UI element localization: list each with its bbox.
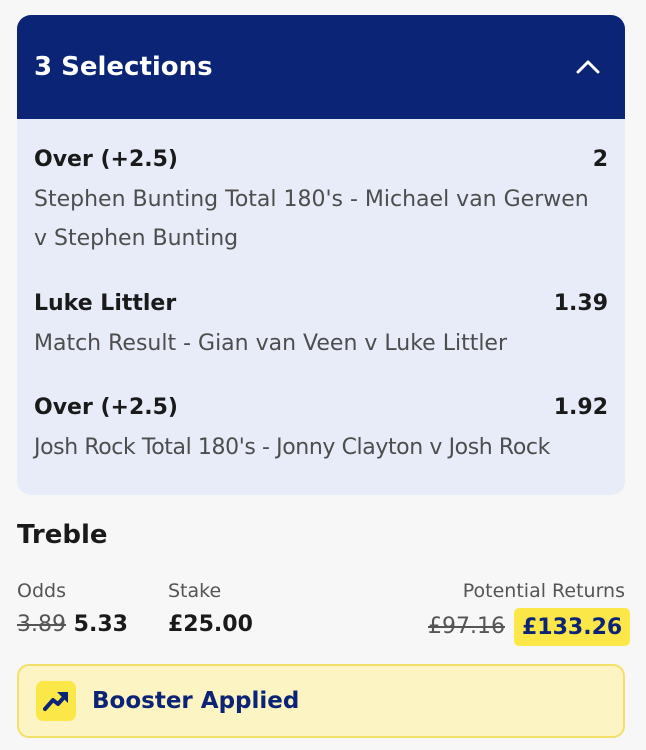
selection-odds: 2 xyxy=(592,147,608,172)
selection-item: Over (+2.5) 1.92 Josh Rock Total 180's -… xyxy=(34,395,608,467)
odds-label: Odds xyxy=(17,580,66,602)
selection-name: Luke Littler xyxy=(34,291,177,316)
chevron-up-icon[interactable] xyxy=(573,52,603,82)
selection-description: Josh Rock Total 180's - Jonny Clayton v … xyxy=(34,435,550,460)
odds-old: 3.89 xyxy=(17,612,66,637)
odds-new: 5.33 xyxy=(73,612,128,637)
trending-up-icon xyxy=(36,681,76,721)
selections-title: 3 Selections xyxy=(34,52,213,82)
selection-description: Stephen Bunting Total 180's - Michael va… xyxy=(34,187,589,251)
returns-old: £97.16 xyxy=(428,614,505,639)
selection-name: Over (+2.5) xyxy=(34,147,178,172)
returns-new: £133.26 xyxy=(514,608,631,646)
potential-returns-label: Potential Returns xyxy=(462,580,625,602)
booster-banner: Booster Applied xyxy=(17,664,625,738)
selection-item: Luke Littler 1.39 Match Result - Gian va… xyxy=(34,291,608,363)
selection-name: Over (+2.5) xyxy=(34,395,178,420)
selections-header[interactable]: 3 Selections xyxy=(17,15,625,119)
selection-odds: 1.39 xyxy=(553,291,608,316)
stake-label: Stake xyxy=(168,580,222,602)
selection-odds: 1.92 xyxy=(553,395,608,420)
selection-description: Match Result - Gian van Veen v Luke Litt… xyxy=(34,331,508,356)
bet-type-title: Treble xyxy=(17,520,108,550)
stake-value: £25.00 xyxy=(168,612,253,637)
selections-card: 3 Selections Over (+2.5) 2 Stephen Bunti… xyxy=(17,15,625,495)
odds-value: 3.89 5.33 xyxy=(17,612,128,637)
booster-label: Booster Applied xyxy=(92,688,300,714)
bet-slip: 3 Selections Over (+2.5) 2 Stephen Bunti… xyxy=(0,0,646,750)
selection-item: Over (+2.5) 2 Stephen Bunting Total 180'… xyxy=(34,147,608,258)
